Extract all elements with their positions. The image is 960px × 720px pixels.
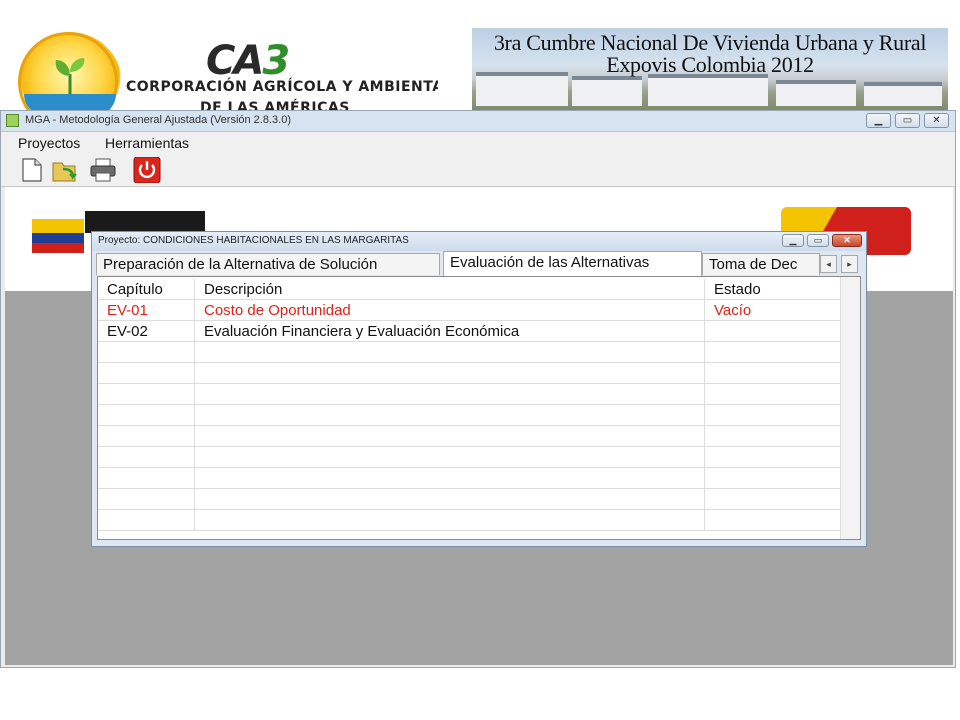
empty-table-row xyxy=(98,363,842,384)
tab-evaluacion[interactable]: Evaluación de las Alternativas xyxy=(443,251,702,276)
ca3-logo: CA3 CORPORACIÓN AGRÍCOLA Y AMBIENTAL DE … xyxy=(18,28,438,112)
cell-status: Vacío xyxy=(705,300,842,321)
empty-cell xyxy=(705,489,842,510)
empty-cell xyxy=(98,384,195,405)
table-row[interactable]: EV-02 Evaluación Financiera y Evaluación… xyxy=(98,321,842,342)
house-image xyxy=(572,76,642,106)
cell-chapter: EV-02 xyxy=(98,321,195,342)
ca3-mark-number: 3 xyxy=(262,38,290,84)
maximize-button[interactable]: ▭ xyxy=(895,113,920,128)
empty-table-row xyxy=(98,489,842,510)
house-image xyxy=(776,80,856,106)
empty-table-row xyxy=(98,447,842,468)
dialog-minimize-button[interactable]: ▁ xyxy=(782,234,804,247)
flag-blue-stripe xyxy=(32,233,84,243)
column-header-descripcion[interactable]: Descripción xyxy=(195,279,705,300)
slide-bottom-margin xyxy=(0,668,960,720)
minimize-button[interactable]: ▁ xyxy=(866,113,891,128)
chapters-table: Capítulo Descripción Estado EV-01 Costo … xyxy=(97,276,861,540)
cell-description: Costo de Oportunidad xyxy=(195,300,705,321)
power-off-icon[interactable] xyxy=(133,157,161,183)
empty-table-row xyxy=(98,342,842,363)
empty-cell xyxy=(98,468,195,489)
tab-scroll-left-icon[interactable]: ◂ xyxy=(820,255,837,273)
empty-cell xyxy=(195,468,705,489)
main-titlebar[interactable]: MGA - Metodología General Ajustada (Vers… xyxy=(1,111,955,132)
empty-cell xyxy=(98,510,195,531)
dialog-close-button[interactable]: ✕ xyxy=(832,234,862,247)
empty-cell xyxy=(98,405,195,426)
toolbar xyxy=(1,154,955,187)
empty-cell xyxy=(195,447,705,468)
empty-table-row xyxy=(98,405,842,426)
open-folder-icon[interactable] xyxy=(51,157,79,183)
event-subtitle: Expovis Colombia 2012 xyxy=(606,52,814,77)
empty-cell xyxy=(98,489,195,510)
column-header-capitulo[interactable]: Capítulo xyxy=(98,279,195,300)
empty-cell xyxy=(195,363,705,384)
project-dialog: Proyecto: CONDICIONES HABITACIONALES EN … xyxy=(91,231,867,547)
empty-cell xyxy=(705,384,842,405)
table-scrollbar[interactable] xyxy=(840,277,860,539)
empty-cell xyxy=(98,426,195,447)
empty-cell xyxy=(195,384,705,405)
dialog-title: Proyecto: CONDICIONES HABITACIONALES EN … xyxy=(98,235,409,246)
empty-cell xyxy=(195,489,705,510)
empty-cell xyxy=(195,510,705,531)
main-window-title: MGA - Metodología General Ajustada (Vers… xyxy=(25,114,291,126)
dialog-maximize-button[interactable]: ▭ xyxy=(807,234,829,247)
ca3-mark-letters: CA xyxy=(206,38,264,84)
empty-cell xyxy=(705,342,842,363)
dialog-window-controls: ▁ ▭ ✕ xyxy=(782,234,862,247)
ca3-mark: CA3 xyxy=(206,38,290,84)
org-name-line1: CORPORACIÓN AGRÍCOLA Y AMBIENTAL xyxy=(126,79,438,95)
dialog-titlebar[interactable]: Proyecto: CONDICIONES HABITACIONALES EN … xyxy=(92,232,866,251)
cell-description: Evaluación Financiera y Evaluación Econó… xyxy=(195,321,705,342)
cell-status xyxy=(705,321,842,342)
empty-cell xyxy=(195,426,705,447)
tab-preparacion[interactable]: Preparación de la Alternativa de Solució… xyxy=(96,253,440,275)
sprout-icon xyxy=(55,58,85,96)
empty-table-row xyxy=(98,510,842,531)
empty-cell xyxy=(705,510,842,531)
menu-proyectos[interactable]: Proyectos xyxy=(18,135,80,151)
new-document-icon[interactable] xyxy=(17,157,45,183)
table-header: Capítulo Descripción Estado xyxy=(98,279,842,300)
tab-strip: Preparación de la Alternativa de Solució… xyxy=(96,251,862,276)
empty-cell xyxy=(705,468,842,489)
house-image xyxy=(864,82,942,106)
tab-toma-de-decision[interactable]: Toma de Dec xyxy=(702,253,820,275)
printer-icon[interactable] xyxy=(89,157,117,183)
menu-bar: Proyectos Herramientas xyxy=(1,132,955,154)
empty-cell xyxy=(705,405,842,426)
empty-cell xyxy=(705,447,842,468)
cell-chapter: EV-01 xyxy=(98,300,195,321)
flag-red-stripe xyxy=(32,243,84,253)
close-button[interactable]: ✕ xyxy=(924,113,949,128)
empty-cell xyxy=(705,363,842,384)
empty-table-row xyxy=(98,468,842,489)
empty-cell xyxy=(195,342,705,363)
empty-cell xyxy=(98,447,195,468)
tab-scroll-right-icon[interactable]: ▸ xyxy=(841,255,858,273)
main-window-controls: ▁ ▭ ✕ xyxy=(866,113,949,128)
header-banner: CA3 CORPORACIÓN AGRÍCOLA Y AMBIENTAL DE … xyxy=(0,0,960,112)
dnp-logo xyxy=(85,211,205,233)
empty-cell xyxy=(98,342,195,363)
house-image xyxy=(648,74,768,106)
flag-yellow-stripe xyxy=(32,219,84,233)
empty-cell xyxy=(195,405,705,426)
app-icon xyxy=(6,114,19,127)
event-banner: 3ra Cumbre Nacional De Vivienda Urbana y… xyxy=(472,28,948,110)
menu-herramientas[interactable]: Herramientas xyxy=(105,135,189,151)
empty-cell xyxy=(705,426,842,447)
table-row[interactable]: EV-01 Costo de Oportunidad Vacío xyxy=(98,300,842,321)
column-header-estado[interactable]: Estado xyxy=(705,279,842,300)
empty-cell xyxy=(98,363,195,384)
empty-table-row xyxy=(98,384,842,405)
empty-table-row xyxy=(98,426,842,447)
